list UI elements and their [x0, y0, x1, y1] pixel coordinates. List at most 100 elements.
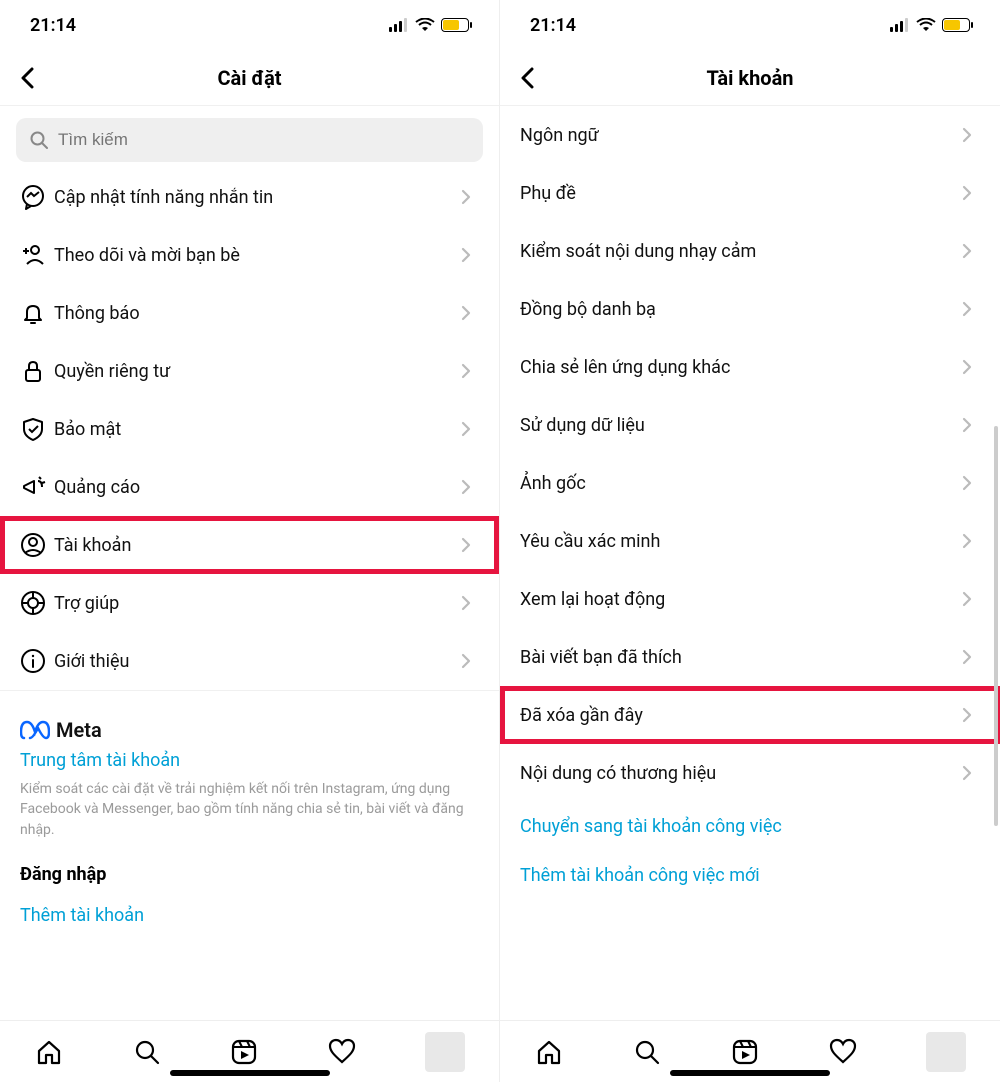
row-label: Kiểm soát nội dung nhạy cảm	[520, 241, 962, 262]
signal-icon	[389, 18, 409, 32]
chevron-right-icon	[461, 653, 479, 669]
row-label: Chia sẻ lên ứng dụng khác	[520, 357, 962, 378]
messenger-icon	[20, 184, 54, 210]
row-label: Tài khoản	[54, 535, 461, 556]
settings-row-help[interactable]: Trợ giúp	[0, 574, 499, 632]
tab-home[interactable]	[534, 1037, 564, 1067]
battery-icon	[942, 18, 970, 32]
page-title: Cài đặt	[217, 66, 281, 90]
account-screen: 21:14 Tài khoản Ngôn ngữ Phụ đề Kiểm soát …	[500, 0, 1000, 1082]
settings-row-shield[interactable]: Bảo mật	[0, 400, 499, 458]
row-label: Cập nhật tính năng nhắn tin	[54, 187, 461, 208]
account-row[interactable]: Chia sẻ lên ứng dụng khác	[500, 338, 1000, 396]
search-icon	[30, 131, 48, 149]
nav-header: Cài đặt	[0, 50, 499, 106]
signal-icon	[890, 18, 910, 32]
status-bar: 21:14	[0, 0, 499, 50]
chevron-right-icon	[461, 305, 479, 321]
account-row[interactable]: Nội dung có thương hiệu	[500, 744, 1000, 802]
row-label: Ngôn ngữ	[520, 125, 962, 146]
row-label: Sử dụng dữ liệu	[520, 415, 962, 436]
tab-activity[interactable]	[327, 1037, 357, 1067]
reels-icon	[731, 1038, 759, 1066]
scrollbar[interactable]	[994, 426, 998, 826]
account-list: Ngôn ngữ Phụ đề Kiểm soát nội dung nhạy cả…	[500, 106, 1000, 802]
chevron-left-icon	[520, 67, 534, 89]
row-label: Ảnh gốc	[520, 473, 962, 494]
tab-activity[interactable]	[828, 1037, 858, 1067]
meta-description: Kiểm soát các cài đặt về trải nghiệm kết…	[20, 779, 479, 840]
home-icon	[535, 1038, 563, 1066]
tab-search[interactable]	[132, 1037, 162, 1067]
account-row[interactable]: Xem lại hoạt động	[500, 570, 1000, 628]
status-icons	[389, 18, 469, 32]
chevron-right-icon	[962, 649, 980, 665]
megaphone-icon	[20, 474, 54, 500]
chevron-right-icon	[962, 185, 980, 201]
heart-icon	[328, 1038, 356, 1066]
tab-profile[interactable]	[926, 1032, 966, 1072]
account-icon	[20, 532, 54, 558]
account-row[interactable]: Đồng bộ danh bạ	[500, 280, 1000, 338]
login-heading: Đăng nhập	[0, 844, 499, 891]
account-links: Chuyển sang tài khoản công việcThêm tài …	[500, 802, 1000, 900]
chevron-right-icon	[461, 363, 479, 379]
row-label: Bảo mật	[54, 419, 461, 440]
status-time: 21:14	[30, 15, 76, 36]
row-label: Theo dõi và mời bạn bè	[54, 245, 461, 266]
search-box[interactable]	[16, 118, 483, 162]
account-row[interactable]: Ngôn ngữ	[500, 106, 1000, 164]
search-icon	[133, 1038, 161, 1066]
tab-reels[interactable]	[730, 1037, 760, 1067]
add-account-link[interactable]: Thêm tài khoản	[0, 891, 499, 940]
chevron-right-icon	[461, 479, 479, 495]
accounts-center-link[interactable]: Trung tâm tài khoản	[20, 750, 479, 771]
settings-row-megaphone[interactable]: Quảng cáo	[0, 458, 499, 516]
tab-home[interactable]	[34, 1037, 64, 1067]
settings-row-lock[interactable]: Quyền riêng tư	[0, 342, 499, 400]
row-label: Thông báo	[54, 303, 461, 324]
meta-logo: Meta	[20, 718, 479, 742]
settings-list: Cập nhật tính năng nhắn tin Theo dõi và m…	[0, 168, 499, 690]
wifi-icon	[916, 18, 936, 32]
tab-reels[interactable]	[229, 1037, 259, 1067]
chevron-right-icon	[962, 417, 980, 433]
home-indicator	[170, 1070, 330, 1076]
account-row[interactable]: Đã xóa gần đây	[500, 686, 1000, 744]
status-bar: 21:14	[500, 0, 1000, 50]
settings-row-messenger[interactable]: Cập nhật tính năng nhắn tin	[0, 168, 499, 226]
settings-row-add-person[interactable]: Theo dõi và mời bạn bè	[0, 226, 499, 284]
tab-profile[interactable]	[425, 1032, 465, 1072]
account-row[interactable]: Sử dụng dữ liệu	[500, 396, 1000, 454]
status-time: 21:14	[530, 15, 576, 36]
chevron-right-icon	[962, 127, 980, 143]
row-label: Đồng bộ danh bạ	[520, 299, 962, 320]
account-row[interactable]: Kiểm soát nội dung nhạy cảm	[500, 222, 1000, 280]
account-content: Ngôn ngữ Phụ đề Kiểm soát nội dung nhạy cả…	[500, 106, 1000, 1020]
back-button[interactable]	[512, 63, 542, 93]
shield-icon	[20, 416, 54, 442]
account-row[interactable]: Ảnh gốc	[500, 454, 1000, 512]
back-button[interactable]	[12, 63, 42, 93]
settings-row-info[interactable]: Giới thiệu	[0, 632, 499, 690]
chevron-right-icon	[461, 421, 479, 437]
account-action-link[interactable]: Thêm tài khoản công việc mới	[500, 851, 1000, 900]
chevron-right-icon	[962, 359, 980, 375]
settings-row-account[interactable]: Tài khoản	[0, 516, 499, 574]
account-row[interactable]: Phụ đề	[500, 164, 1000, 222]
row-label: Phụ đề	[520, 183, 962, 204]
account-row[interactable]: Yêu cầu xác minh	[500, 512, 1000, 570]
row-label: Nội dung có thương hiệu	[520, 763, 962, 784]
search-input[interactable]	[58, 130, 469, 150]
home-indicator	[670, 1070, 830, 1076]
tab-search[interactable]	[632, 1037, 662, 1067]
chevron-right-icon	[962, 301, 980, 317]
account-action-link[interactable]: Chuyển sang tài khoản công việc	[500, 802, 1000, 851]
row-label: Trợ giúp	[54, 593, 461, 614]
chevron-left-icon	[20, 67, 34, 89]
battery-icon	[441, 18, 469, 32]
wifi-icon	[415, 18, 435, 32]
settings-row-bell[interactable]: Thông báo	[0, 284, 499, 342]
nav-header: Tài khoản	[500, 50, 1000, 106]
account-row[interactable]: Bài viết bạn đã thích	[500, 628, 1000, 686]
